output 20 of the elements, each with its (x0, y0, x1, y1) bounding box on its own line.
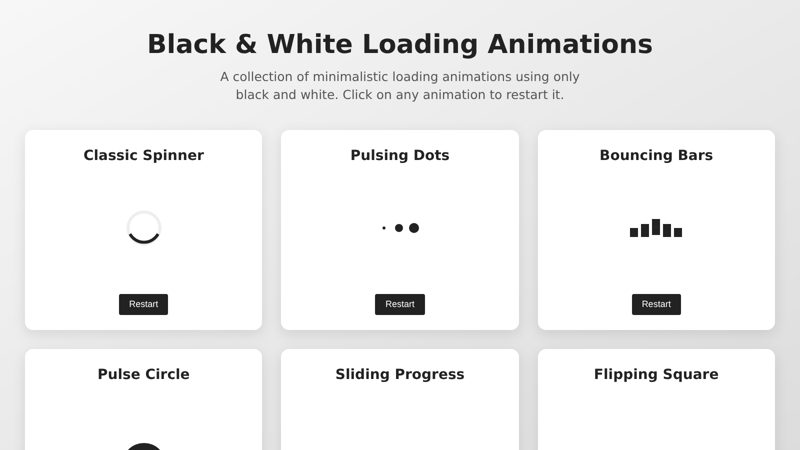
card-title: Pulse Circle (98, 366, 190, 385)
restart-button[interactable]: Restart (375, 294, 424, 315)
animation-card[interactable]: Classic Spinner Restart (25, 130, 262, 330)
card-title: Bouncing Bars (600, 147, 714, 166)
restart-button[interactable]: Restart (632, 294, 681, 315)
animation-card[interactable]: Pulse Circle (25, 349, 262, 450)
page-subtitle: A collection of minimalistic loading animations using only black and white. Click on any animation to restart it. (219, 68, 581, 104)
dots-icon (380, 222, 419, 234)
page-title: Black & White Loading Animations (146, 29, 653, 62)
card-title: Flipping Square (594, 366, 719, 385)
animation-card[interactable]: Sliding Progress (281, 349, 519, 450)
card-title: Classic Spinner (83, 147, 204, 166)
animation-card[interactable]: Flipping Square (538, 349, 775, 450)
card-title: Pulsing Dots (350, 147, 450, 166)
animation-card[interactable]: Bouncing Bars Restart (538, 130, 775, 330)
animation-card[interactable]: Pulsing Dots Restart (281, 130, 519, 330)
restart-button[interactable]: Restart (119, 294, 168, 315)
bars-icon (630, 218, 682, 238)
spinner-icon (124, 208, 163, 247)
card-title: Sliding Progress (335, 366, 465, 385)
